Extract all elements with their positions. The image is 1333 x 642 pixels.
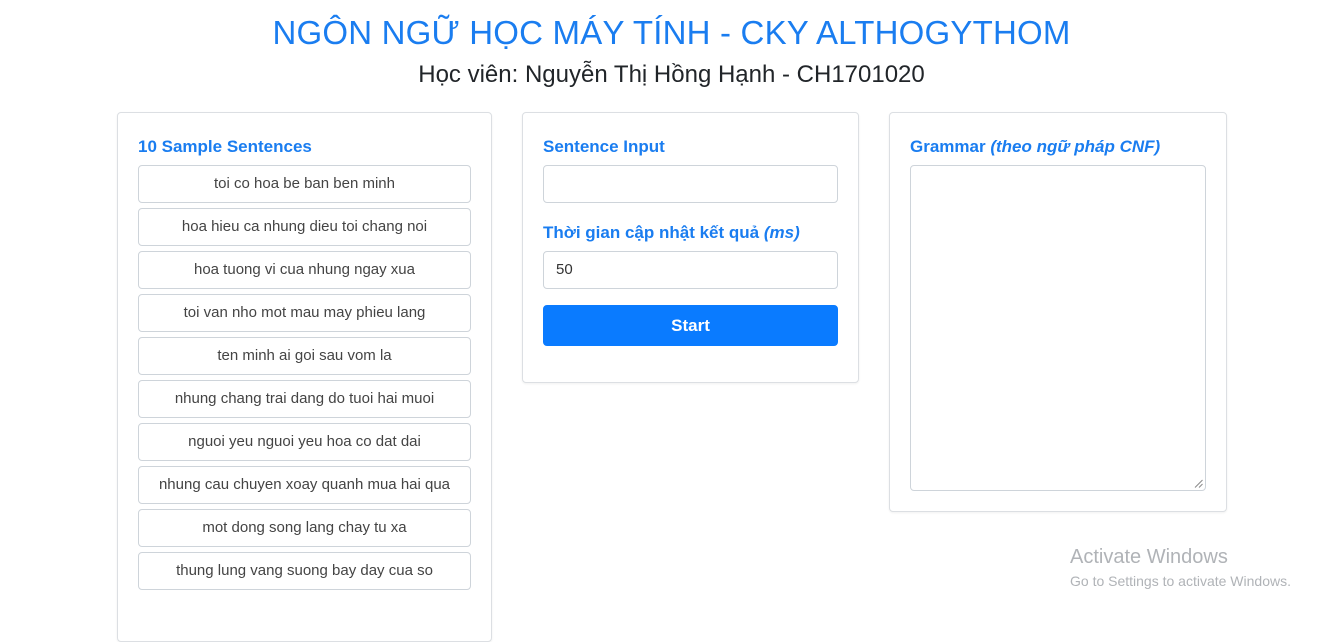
sample-sentence-button[interactable]: nhung chang trai dang do tuoi hai muoi: [138, 380, 471, 418]
grammar-card: Grammar (theo ngữ pháp CNF): [889, 112, 1227, 512]
activate-windows-hint: Go to Settings to activate Windows.: [1070, 573, 1291, 589]
grammar-label: Grammar (theo ngữ pháp CNF): [910, 137, 1160, 157]
start-button[interactable]: Start: [543, 305, 838, 346]
sample-sentence-button[interactable]: nguoi yeu nguoi yeu hoa co dat dai: [138, 423, 471, 461]
interval-label: Thời gian cập nhật kết quả (ms): [543, 223, 800, 243]
interval-label-text: Thời gian cập nhật kết quả: [543, 223, 760, 242]
sample-sentence-button[interactable]: toi van nho mot mau may phieu lang: [138, 294, 471, 332]
student-subtitle: Học viên: Nguyễn Thị Hồng Hạnh - CH17010…: [418, 61, 925, 88]
sample-sentence-button[interactable]: mot dong song lang chay tu xa: [138, 509, 471, 547]
interval-unit: (ms): [763, 223, 800, 242]
resize-grip-icon[interactable]: [1194, 479, 1203, 488]
sample-sentence-button[interactable]: toi co hoa be ban ben minh: [138, 165, 471, 203]
sample-sentences-card: 10 Sample Sentences toi co hoa be ban be…: [117, 112, 492, 642]
interval-input[interactable]: 50: [543, 251, 838, 289]
sentence-input[interactable]: [543, 165, 838, 203]
page-title: NGÔN NGỮ HỌC MÁY TÍNH - CKY ALTHOGYTHOM: [272, 14, 1071, 51]
sample-sentence-button[interactable]: ten minh ai goi sau vom la: [138, 337, 471, 375]
sample-sentence-button[interactable]: thung lung vang suong bay day cua so: [138, 552, 471, 590]
sentence-input-card: Sentence Input Thời gian cập nhật kết qu…: [522, 112, 859, 383]
sample-sentence-button[interactable]: hoa hieu ca nhung dieu toi chang noi: [138, 208, 471, 246]
sample-sentence-button[interactable]: hoa tuong vi cua nhung ngay xua: [138, 251, 471, 289]
grammar-textarea[interactable]: [910, 165, 1206, 491]
sample-sentences-heading: 10 Sample Sentences: [138, 137, 312, 156]
grammar-label-text: Grammar: [910, 137, 986, 156]
sample-sentence-button[interactable]: nhung cau chuyen xoay quanh mua hai qua: [138, 466, 471, 504]
activate-windows-title: Activate Windows: [1070, 546, 1228, 568]
sentence-input-label: Sentence Input: [543, 137, 665, 156]
grammar-label-note: (theo ngữ pháp CNF): [990, 137, 1161, 156]
